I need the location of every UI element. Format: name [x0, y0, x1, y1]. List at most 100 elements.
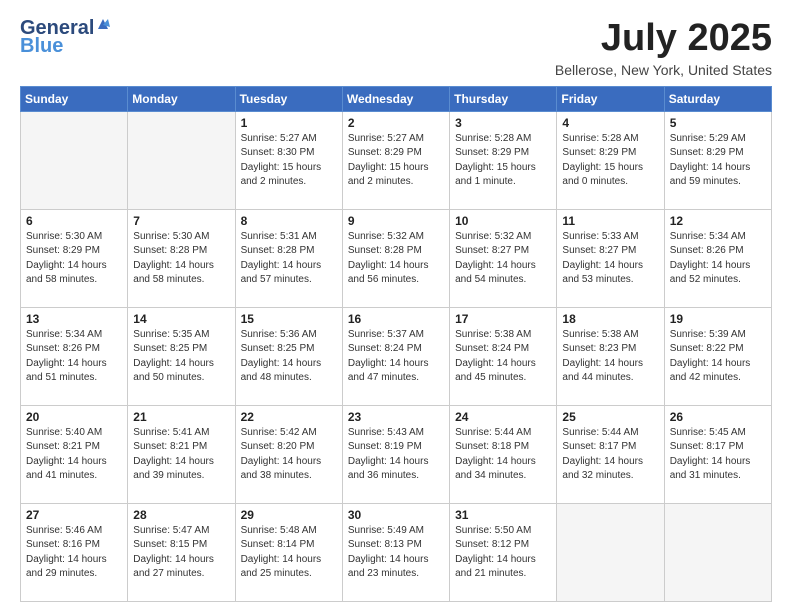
table-row: 13Sunrise: 5:34 AM Sunset: 8:26 PM Dayli…	[21, 307, 128, 405]
cell-content: Sunrise: 5:34 AM Sunset: 8:26 PM Dayligh…	[670, 230, 766, 288]
day-number: 2	[348, 116, 444, 130]
day-number: 5	[670, 116, 766, 130]
day-number: 23	[348, 410, 444, 424]
logo: General Blue	[20, 18, 110, 56]
day-number: 12	[670, 214, 766, 228]
cell-content: Sunrise: 5:33 AM Sunset: 8:27 PM Dayligh…	[562, 230, 658, 288]
table-row: 7 Sunrise: 5:30 AM Sunset: 8:28 PM Daylig…	[128, 209, 235, 307]
cell-content: Sunrise: 5:46 AM Sunset: 8:16 PM Dayligh…	[26, 524, 122, 582]
month-title: July 2025	[555, 18, 772, 60]
cell-content: Sunrise: 5:37 AM Sunset: 8:24 PM Dayligh…	[348, 328, 444, 386]
table-row: 8Sunrise: 5:31 AM Sunset: 8:28 PM Daylig…	[235, 209, 342, 307]
table-row: 25Sunrise: 5:44 AM Sunset: 8:17 PM Dayli…	[557, 405, 664, 503]
table-row: 15Sunrise: 5:36 AM Sunset: 8:25 PM Dayli…	[235, 307, 342, 405]
table-row: 28 Sunrise: 5:47 AM Sunset: 8:15 PM Dayli…	[128, 503, 235, 601]
cell-content: Sunrise: 5:48 AM Sunset: 8:14 PM Dayligh…	[241, 524, 337, 582]
header-wednesday: Wednesday	[342, 86, 449, 111]
day-number: 11	[562, 214, 658, 228]
table-row: 26 Sunrise: 5:45 AM Sunset: 8:17 PM Dayli…	[664, 405, 771, 503]
cell-content: Sunrise: 5:36 AM Sunset: 8:25 PM Dayligh…	[241, 328, 337, 386]
table-row: 20 Sunrise: 5:40 AM Sunset: 8:21 PM Dayli…	[21, 405, 128, 503]
cell-content: Sunrise: 5:43 AM Sunset: 8:19 PM Dayligh…	[348, 426, 444, 484]
table-row: 16 Sunrise: 5:37 AM Sunset: 8:24 PM Dayli…	[342, 307, 449, 405]
cell-content: Sunrise: 5:28 AM Sunset: 8:29 PM Dayligh…	[562, 132, 658, 190]
table-row: 10 Sunrise: 5:32 AM Sunset: 8:27 PM Dayli…	[450, 209, 557, 307]
table-row: 14 Sunrise: 5:35 AM Sunset: 8:25 PM Dayli…	[128, 307, 235, 405]
header-sunday: Sunday	[21, 86, 128, 111]
header-saturday: Saturday	[664, 86, 771, 111]
table-row: 5 Sunrise: 5:29 AM Sunset: 8:29 PM Daylig…	[664, 111, 771, 209]
location: Bellerose, New York, United States	[555, 62, 772, 78]
day-number: 26	[670, 410, 766, 424]
day-number: 20	[26, 410, 122, 424]
logo-blue: Blue	[20, 36, 63, 56]
cell-content: Sunrise: 5:45 AM Sunset: 8:17 PM Dayligh…	[670, 426, 766, 484]
table-row: 2 Sunrise: 5:27 AM Sunset: 8:29 PM Daylig…	[342, 111, 449, 209]
table-row: 27 Sunrise: 5:46 AM Sunset: 8:16 PM Dayli…	[21, 503, 128, 601]
cell-content: Sunrise: 5:34 AM Sunset: 8:26 PM Dayligh…	[26, 328, 122, 386]
day-number: 6	[26, 214, 122, 228]
table-row	[664, 503, 771, 601]
cell-content: Sunrise: 5:42 AM Sunset: 8:20 PM Dayligh…	[241, 426, 337, 484]
cell-content: Sunrise: 5:39 AM Sunset: 8:22 PM Dayligh…	[670, 328, 766, 386]
day-number: 19	[670, 312, 766, 326]
header-tuesday: Tuesday	[235, 86, 342, 111]
cell-content: Sunrise: 5:44 AM Sunset: 8:18 PM Dayligh…	[455, 426, 551, 484]
cell-content: Sunrise: 5:32 AM Sunset: 8:27 PM Dayligh…	[455, 230, 551, 288]
table-row: 21 Sunrise: 5:41 AM Sunset: 8:21 PM Dayli…	[128, 405, 235, 503]
cell-content: Sunrise: 5:49 AM Sunset: 8:13 PM Dayligh…	[348, 524, 444, 582]
cell-content: Sunrise: 5:28 AM Sunset: 8:29 PM Dayligh…	[455, 132, 551, 190]
table-row: 30 Sunrise: 5:49 AM Sunset: 8:13 PM Dayli…	[342, 503, 449, 601]
cell-content: Sunrise: 5:44 AM Sunset: 8:17 PM Dayligh…	[562, 426, 658, 484]
table-row: 11 Sunrise: 5:33 AM Sunset: 8:27 PM Dayli…	[557, 209, 664, 307]
table-row: 18 Sunrise: 5:38 AM Sunset: 8:23 PM Dayli…	[557, 307, 664, 405]
cell-content: Sunrise: 5:30 AM Sunset: 8:28 PM Dayligh…	[133, 230, 229, 288]
calendar-header-row: Sunday Monday Tuesday Wednesday Thursday…	[21, 86, 772, 111]
day-number: 29	[241, 508, 337, 522]
day-number: 14	[133, 312, 229, 326]
cell-content: Sunrise: 5:30 AM Sunset: 8:29 PM Dayligh…	[26, 230, 122, 288]
day-number: 22	[241, 410, 337, 424]
table-row: 23 Sunrise: 5:43 AM Sunset: 8:19 PM Dayli…	[342, 405, 449, 503]
day-number: 24	[455, 410, 551, 424]
logo-icon	[96, 17, 110, 31]
cell-content: Sunrise: 5:38 AM Sunset: 8:24 PM Dayligh…	[455, 328, 551, 386]
day-number: 18	[562, 312, 658, 326]
table-row: 22 Sunrise: 5:42 AM Sunset: 8:20 PM Dayli…	[235, 405, 342, 503]
table-row: 3 Sunrise: 5:28 AM Sunset: 8:29 PM Daylig…	[450, 111, 557, 209]
page: General Blue July 2025 Bellerose, New Yo…	[0, 0, 792, 612]
table-row: 1Sunrise: 5:27 AM Sunset: 8:30 PM Daylig…	[235, 111, 342, 209]
day-number: 8	[241, 214, 337, 228]
table-row: 12 Sunrise: 5:34 AM Sunset: 8:26 PM Dayli…	[664, 209, 771, 307]
cell-content: Sunrise: 5:27 AM Sunset: 8:29 PM Dayligh…	[348, 132, 444, 190]
table-row: 17 Sunrise: 5:38 AM Sunset: 8:24 PM Dayli…	[450, 307, 557, 405]
table-row: 31Sunrise: 5:50 AM Sunset: 8:12 PM Dayli…	[450, 503, 557, 601]
day-number: 10	[455, 214, 551, 228]
title-block: July 2025 Bellerose, New York, United St…	[555, 18, 772, 78]
cell-content: Sunrise: 5:50 AM Sunset: 8:12 PM Dayligh…	[455, 524, 551, 582]
day-number: 1	[241, 116, 337, 130]
day-number: 7	[133, 214, 229, 228]
day-number: 9	[348, 214, 444, 228]
cell-content: Sunrise: 5:32 AM Sunset: 8:28 PM Dayligh…	[348, 230, 444, 288]
table-row: 9 Sunrise: 5:32 AM Sunset: 8:28 PM Daylig…	[342, 209, 449, 307]
table-row: 19 Sunrise: 5:39 AM Sunset: 8:22 PM Dayli…	[664, 307, 771, 405]
table-row: 4 Sunrise: 5:28 AM Sunset: 8:29 PM Daylig…	[557, 111, 664, 209]
day-number: 28	[133, 508, 229, 522]
cell-content: Sunrise: 5:47 AM Sunset: 8:15 PM Dayligh…	[133, 524, 229, 582]
cell-content: Sunrise: 5:35 AM Sunset: 8:25 PM Dayligh…	[133, 328, 229, 386]
cell-content: Sunrise: 5:29 AM Sunset: 8:29 PM Dayligh…	[670, 132, 766, 190]
day-number: 3	[455, 116, 551, 130]
day-number: 17	[455, 312, 551, 326]
cell-content: Sunrise: 5:41 AM Sunset: 8:21 PM Dayligh…	[133, 426, 229, 484]
day-number: 27	[26, 508, 122, 522]
cell-content: Sunrise: 5:38 AM Sunset: 8:23 PM Dayligh…	[562, 328, 658, 386]
day-number: 4	[562, 116, 658, 130]
day-number: 21	[133, 410, 229, 424]
day-number: 30	[348, 508, 444, 522]
day-number: 16	[348, 312, 444, 326]
cell-content: Sunrise: 5:40 AM Sunset: 8:21 PM Dayligh…	[26, 426, 122, 484]
header: General Blue July 2025 Bellerose, New Yo…	[20, 18, 772, 78]
table-row: 29 Sunrise: 5:48 AM Sunset: 8:14 PM Dayli…	[235, 503, 342, 601]
table-row	[557, 503, 664, 601]
